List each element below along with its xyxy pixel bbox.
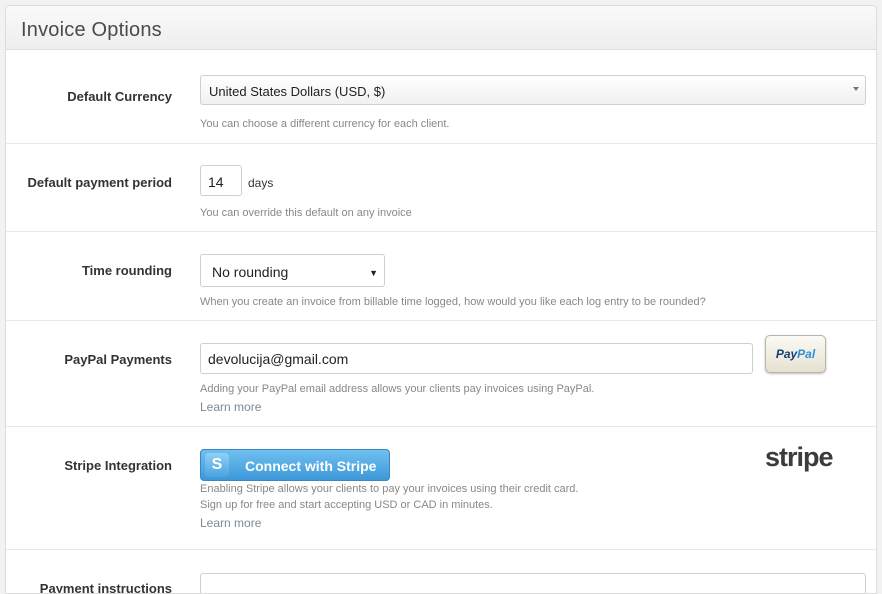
payment-instructions-label: Payment instructions — [39, 581, 172, 594]
stripe-s-icon: S — [205, 453, 229, 477]
currency-select-value: United States Dollars (USD, $) — [209, 84, 386, 99]
connect-with-stripe-button[interactable]: S Connect with Stripe — [200, 449, 390, 481]
stripe-learn-more-link[interactable]: Learn more — [200, 516, 261, 530]
chevron-down-icon — [853, 87, 859, 91]
page-title: Invoice Options — [21, 19, 162, 41]
paypal-logo-text-1: Pay — [775, 347, 798, 361]
connect-with-stripe-label: Connect with Stripe — [245, 458, 377, 474]
stripe-help-text-1: Enabling Stripe allows your clients to p… — [200, 483, 579, 495]
row-payment-period: Default payment period 14 days You can o… — [6, 144, 876, 232]
row-time-rounding: Time rounding No rounding ▼ When you cre… — [6, 232, 876, 321]
panel-header: Invoice Options — [6, 6, 876, 50]
time-rounding-help-text: When you create an invoice from billable… — [200, 296, 706, 308]
payment-period-unit: days — [248, 176, 274, 190]
default-currency-label: Default Currency — [67, 89, 172, 104]
stripe-help-text-2: Sign up for free and start accepting USD… — [200, 499, 493, 511]
currency-select[interactable]: United States Dollars (USD, $) — [200, 75, 866, 105]
stripe-label: Stripe Integration — [64, 458, 172, 473]
caret-down-icon: ▼ — [369, 268, 378, 278]
time-rounding-select[interactable]: No rounding ▼ — [200, 254, 385, 287]
paypal-logo: PayPal — [765, 335, 826, 373]
row-payment-instructions: Payment instructions — [6, 550, 876, 594]
invoice-options-panel: Invoice Options Default Currency United … — [5, 5, 877, 594]
time-rounding-label: Time rounding — [81, 263, 172, 278]
payment-period-input[interactable]: 14 — [200, 165, 242, 196]
row-paypal: PayPal Payments devolucija@gmail.com Pay… — [6, 321, 876, 427]
paypal-email-value: devolucija@gmail.com — [208, 351, 349, 367]
payment-period-help-text: You can override this default on any inv… — [200, 207, 412, 219]
currency-help-text: You can choose a different currency for … — [200, 118, 450, 130]
paypal-label: PayPal Payments — [64, 352, 172, 367]
stripe-logo: stripe — [765, 442, 834, 472]
paypal-help-text: Adding your PayPal email address allows … — [200, 383, 595, 395]
time-rounding-value: No rounding — [212, 264, 289, 280]
paypal-email-input[interactable]: devolucija@gmail.com — [200, 343, 753, 374]
paypal-logo-text-2: Pal — [797, 347, 816, 361]
payment-period-label: Default payment period — [27, 175, 172, 190]
payment-instructions-textarea[interactable] — [200, 573, 866, 593]
row-default-currency: Default Currency United States Dollars (… — [6, 50, 876, 144]
paypal-learn-more-link[interactable]: Learn more — [200, 400, 261, 414]
payment-period-value: 14 — [208, 174, 224, 190]
row-stripe: Stripe Integration S Connect with Stripe… — [6, 427, 876, 550]
